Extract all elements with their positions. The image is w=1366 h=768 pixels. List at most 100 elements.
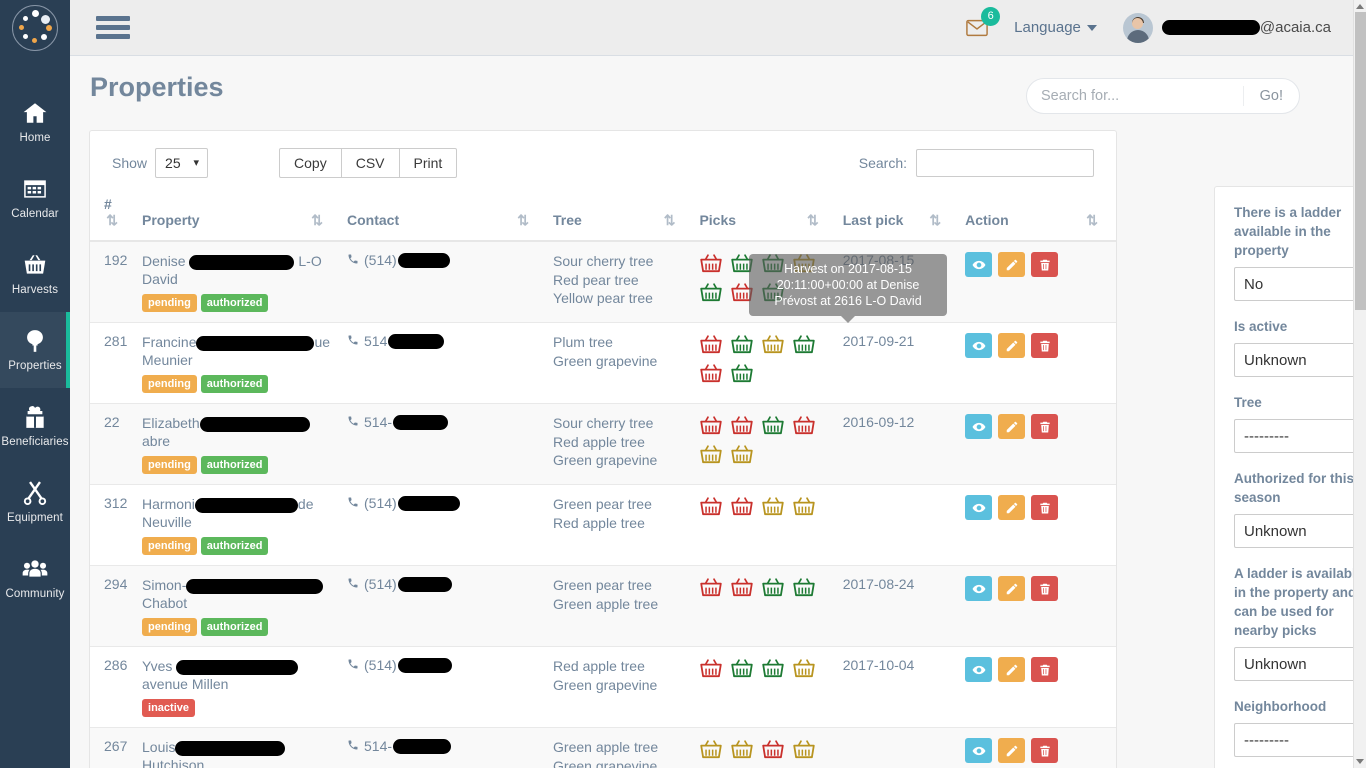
table-search-input[interactable] [916,149,1094,177]
property-name[interactable]: Elizabethabre [142,414,335,450]
basket-green-icon[interactable] [792,333,816,355]
delete-button[interactable] [1031,414,1059,439]
view-button[interactable] [965,738,993,763]
basket-green-icon[interactable] [792,576,816,598]
basket-red-icon[interactable] [730,281,754,303]
basket-red-icon[interactable] [730,495,754,517]
edit-button[interactable] [998,738,1026,763]
col-header-property[interactable]: Property ⇅ [136,186,341,242]
search-input[interactable] [1027,88,1243,104]
basket-red-icon[interactable] [730,576,754,598]
csv-button[interactable]: CSV [340,148,400,178]
filter-select-5[interactable]: --------- [1234,723,1366,757]
search-go-button[interactable]: Go! [1242,86,1299,106]
sidebar-item-equipment[interactable]: Equipment [0,464,70,540]
sort-icon[interactable]: ⇅ [106,212,118,229]
print-button[interactable]: Print [398,148,458,178]
delete-button[interactable] [1031,738,1059,763]
col-header-picks[interactable]: Picks ⇅ [693,186,837,242]
basket-green-icon[interactable] [699,281,723,303]
basket-gold-icon[interactable] [699,738,723,760]
scroll-up-icon[interactable] [1356,4,1364,9]
sidebar-item-community[interactable]: Community [0,540,70,616]
basket-gold-icon[interactable] [792,495,816,517]
basket-red-icon[interactable] [699,495,723,517]
delete-button[interactable] [1031,657,1059,682]
basket-gold-icon[interactable] [730,738,754,760]
sidebar-item-beneficiaries[interactable]: Beneficiaries [0,388,70,464]
col-header-number[interactable]: # ⇅ [90,186,137,242]
edit-button[interactable] [998,495,1026,520]
sort-icon[interactable]: ⇅ [807,212,819,229]
sidebar-item-properties[interactable]: Properties [0,312,70,388]
basket-red-icon[interactable] [699,333,723,355]
sidebar-item-calendar[interactable]: Calendar [0,160,70,236]
basket-red-icon[interactable] [699,576,723,598]
copy-button[interactable]: Copy [279,148,342,178]
edit-button[interactable] [998,333,1026,358]
property-name[interactable]: Louis Hutchison [142,738,335,768]
edit-button[interactable] [998,414,1026,439]
view-button[interactable] [965,252,993,277]
basket-red-icon[interactable] [699,414,723,436]
sort-icon[interactable]: ⇅ [929,212,941,229]
language-dropdown[interactable]: Language [1014,19,1097,36]
delete-button[interactable] [1031,576,1059,601]
sort-icon[interactable]: ⇅ [1086,212,1098,229]
menu-toggle-icon[interactable] [96,12,130,43]
basket-gold-icon[interactable] [761,495,785,517]
basket-green-icon[interactable] [761,657,785,679]
basket-red-icon[interactable] [699,362,723,384]
property-name[interactable]: Yves avenue Millen [142,657,335,693]
col-header-action[interactable]: Action ⇅ [959,186,1116,242]
filter-select-4[interactable]: UnknownYesNo [1234,647,1366,681]
property-name[interactable]: Denise L-O David [142,252,335,288]
filter-select-2[interactable]: --------- [1234,419,1366,453]
basket-gold-icon[interactable] [730,443,754,465]
delete-button[interactable] [1031,495,1059,520]
filter-select-1[interactable]: UnknownYesNo [1234,343,1366,377]
basket-green-icon[interactable] [730,362,754,384]
sidebar-item-home[interactable]: Home [0,84,70,160]
property-name[interactable]: Francine ue Meunier [142,333,335,369]
sort-icon[interactable]: ⇅ [311,212,323,229]
view-button[interactable] [965,657,993,682]
view-button[interactable] [965,414,993,439]
basket-green-icon[interactable] [761,414,785,436]
basket-gold-icon[interactable] [792,252,816,274]
basket-green-icon[interactable] [761,576,785,598]
user-menu[interactable]: @acaia.ca [1122,12,1331,43]
sidebar-item-harvests[interactable]: Harvests [0,236,70,312]
basket-green-icon[interactable] [730,252,754,274]
basket-gold-icon[interactable] [792,657,816,679]
col-header-tree[interactable]: Tree ⇅ [547,186,694,242]
view-button[interactable] [965,333,993,358]
basket-green-icon[interactable] [761,281,785,303]
scroll-down-icon[interactable] [1356,759,1364,764]
basket-red-icon[interactable] [730,414,754,436]
basket-gold-icon[interactable] [792,738,816,760]
sort-icon[interactable]: ⇅ [664,212,676,229]
basket-green-icon[interactable] [730,657,754,679]
delete-button[interactable] [1031,333,1059,358]
scrollbar-thumb[interactable] [1355,12,1366,310]
property-name[interactable]: Simon- Chabot [142,576,335,612]
basket-green-icon[interactable] [730,333,754,355]
edit-button[interactable] [998,576,1026,601]
page-size-select[interactable]: 25 [155,148,209,178]
delete-button[interactable] [1031,252,1059,277]
basket-red-icon[interactable] [792,414,816,436]
view-button[interactable] [965,576,993,601]
filter-select-3[interactable]: UnknownYesNo [1234,514,1366,548]
filter-select-0[interactable]: UnknownYesNo [1234,267,1366,301]
basket-red-icon[interactable] [699,657,723,679]
view-button[interactable] [965,495,993,520]
col-header-contact[interactable]: Contact ⇅ [341,186,548,242]
basket-gold-icon[interactable] [699,443,723,465]
messages-button[interactable]: 6 [966,6,1001,39]
page-scrollbar[interactable] [1353,0,1366,768]
basket-red-icon[interactable] [761,738,785,760]
col-header-last-pick[interactable]: Last pick ⇅ [836,186,960,242]
edit-button[interactable] [998,657,1026,682]
basket-gold-icon[interactable] [761,333,785,355]
